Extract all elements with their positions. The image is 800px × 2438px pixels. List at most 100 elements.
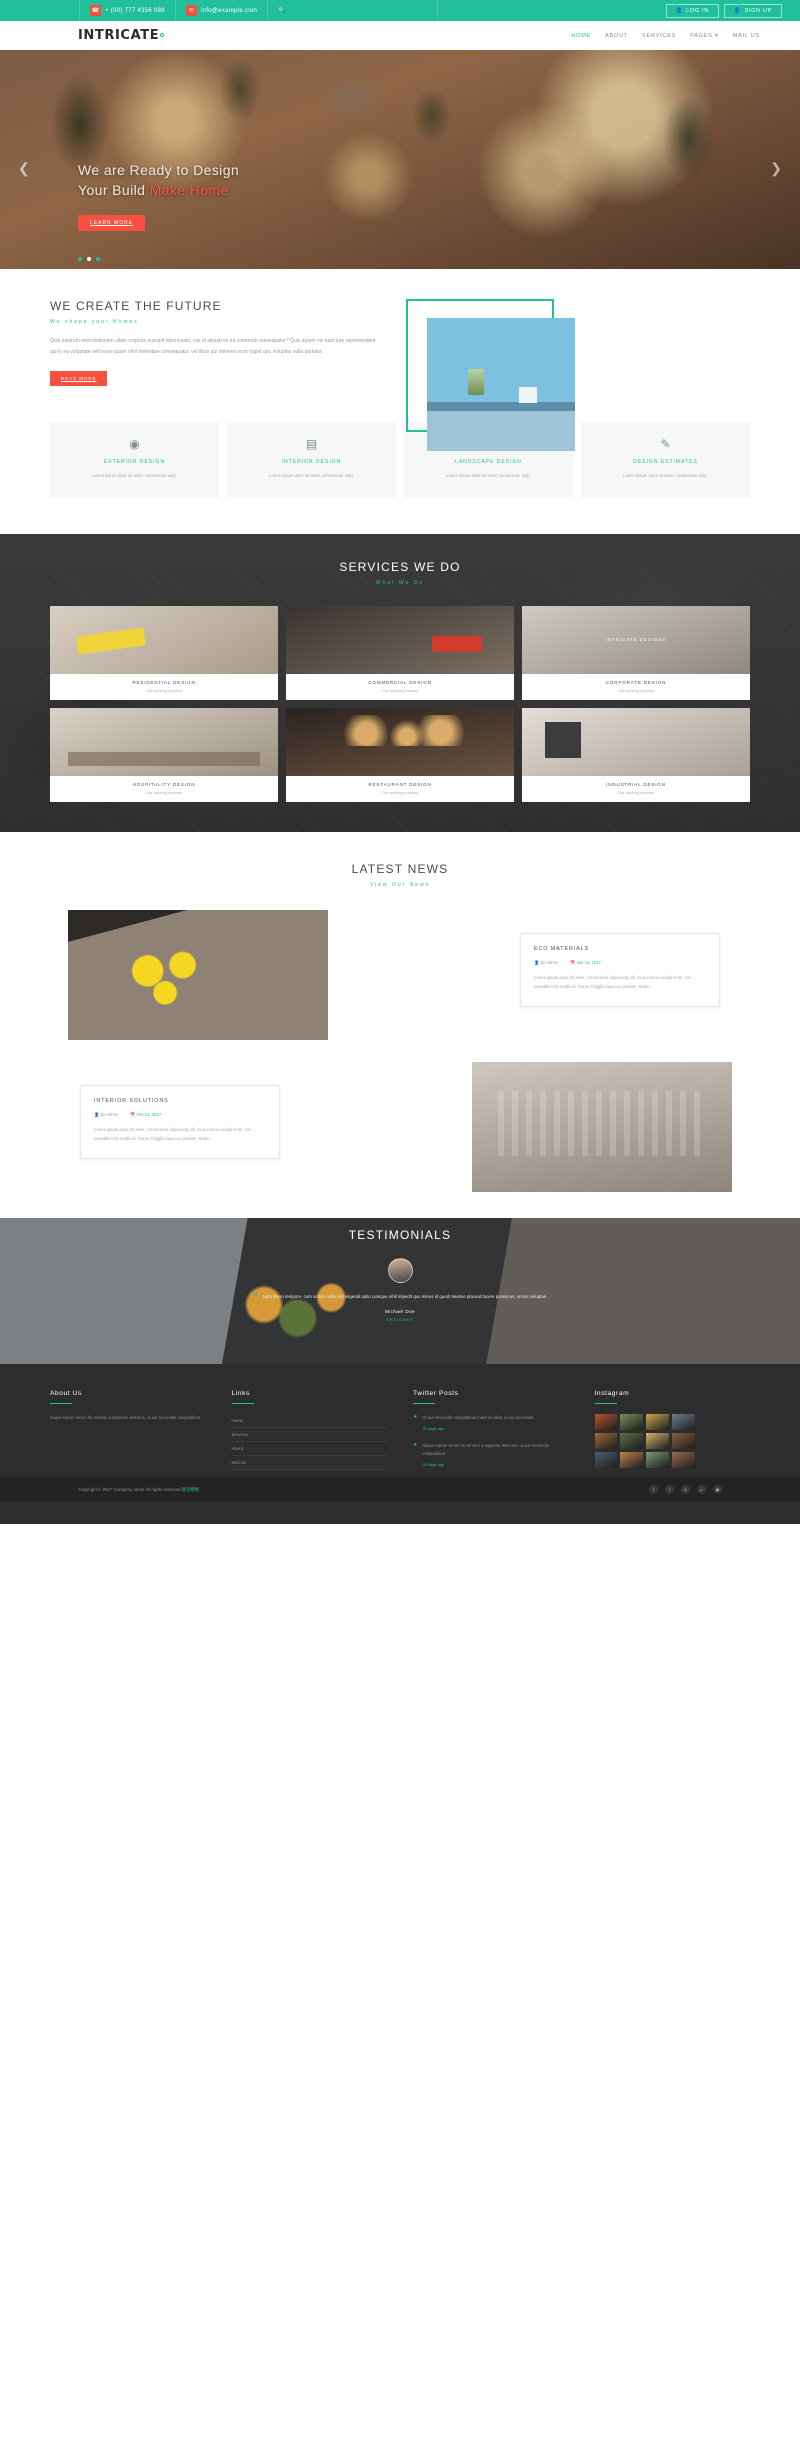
feature-box-exterior-design[interactable]: ◉ EXTERIOR DESIGN Lorem ipsum dolor sit …	[50, 422, 219, 498]
service-image	[285, 707, 514, 776]
signup-button[interactable]: 👤 SIGN UP	[723, 3, 782, 18]
service-card-residential-design[interactable]: RESIDENTIAL DESIGN Our working process	[50, 605, 278, 700]
service-image	[50, 707, 278, 776]
slider-dot-1[interactable]	[78, 257, 82, 261]
slider-prev-icon[interactable]: ❮	[18, 160, 30, 177]
slider-dot-3[interactable]	[96, 257, 100, 261]
site-logo[interactable]: INTRICATE	[78, 28, 165, 43]
pencil-icon: ✎	[660, 437, 671, 451]
main-navigation: INTRICATE HOME ABOUT SERVICES PAGES ▾ MA…	[0, 21, 800, 50]
news-post-author: By Admin	[100, 1111, 119, 1117]
instagram-tile[interactable]	[594, 1451, 618, 1468]
nav-item-services[interactable]: SERVICES	[642, 33, 676, 39]
about-photo	[427, 318, 575, 451]
footer-about-text: Itaque earum rerum hic tenetur a sapient…	[50, 1414, 202, 1420]
tweet-item[interactable]: ★ Itaque earum rerum hic tenetur a sapie…	[413, 1442, 569, 1469]
footer-about-column: About Us Itaque earum rerum hic tenetur …	[50, 1390, 206, 1477]
social-links: f t G p ▣	[649, 1485, 722, 1495]
service-title: RESTAURANT DESIGN	[368, 781, 432, 787]
instagram-tile[interactable]	[646, 1432, 669, 1449]
news-post-title: INTERIOR SOLUTIONS	[94, 1097, 169, 1104]
page-root: ☎ + (00) 777 4356 088 ✉ info@example.com…	[0, 0, 800, 1525]
footer-instagram-column: Instagram	[594, 1389, 751, 1477]
facebook-icon[interactable]: f	[649, 1485, 658, 1495]
testimonial-name: Michael Doe	[385, 1308, 415, 1314]
nav-item-about[interactable]: ABOUT	[605, 33, 628, 39]
service-text: Our working process	[381, 789, 419, 795]
hero-content: We are Ready to Design Your Build Make H…	[78, 160, 239, 231]
instagram-tile[interactable]	[620, 1432, 643, 1449]
phone-contact[interactable]: ☎ + (00) 777 4356 088	[80, 0, 176, 21]
nav-item-mail-us[interactable]: MAIL US	[733, 33, 760, 39]
service-card-restaurant-design[interactable]: RESTAURANT DESIGN Our working process	[285, 707, 514, 802]
instagram-tile[interactable]	[671, 1432, 695, 1449]
copyright-text: Copyright © 2017 Company name All rights…	[78, 1487, 199, 1493]
nav-item-pages[interactable]: PAGES ▾	[690, 33, 718, 39]
login-button[interactable]: 👤 LOG IN	[665, 3, 719, 18]
news-post-interior-solutions: INTERIOR SOLUTIONS 👤 By Admin 📅 Feb 21, …	[50, 1061, 750, 1192]
instagram-icon[interactable]: ▣	[713, 1485, 722, 1495]
google-plus-icon[interactable]: G	[681, 1485, 690, 1495]
instagram-tile[interactable]	[594, 1432, 618, 1449]
twitter-icon: ★	[413, 1441, 418, 1448]
feature-title: DESIGN ESTIMATES	[633, 459, 698, 465]
email-contact[interactable]: ✉ info@example.com	[176, 0, 269, 21]
news-post-author: By Admin	[540, 959, 559, 965]
news-post-date: Feb 21, 2017	[136, 1111, 162, 1117]
search-icon[interactable]: 🔍	[278, 7, 285, 14]
footer-link-home[interactable]: Home	[231, 1414, 387, 1428]
slider-dot-2[interactable]	[87, 257, 91, 261]
feature-boxes: ◉ EXTERIOR DESIGN Lorem ipsum dolor sit …	[50, 422, 750, 498]
service-card-commercial-design[interactable]: COMMERCIAL DESIGN Our working process	[285, 605, 514, 700]
instagram-tile[interactable]	[594, 1413, 618, 1430]
underline-divider	[231, 1402, 254, 1404]
service-title: COMMERCIAL DESIGN	[368, 679, 432, 685]
news-post-card[interactable]: INTERIOR SOLUTIONS 👤 By Admin 📅 Feb 21, …	[80, 1084, 280, 1159]
twitter-icon[interactable]: t	[665, 1485, 674, 1495]
instagram-tile[interactable]	[671, 1451, 695, 1468]
service-image	[285, 605, 514, 674]
feature-title: LANDSCAPE DESIGN	[455, 459, 522, 465]
underline-divider	[594, 1402, 617, 1404]
about-read-more-button[interactable]: READ MORE	[50, 371, 108, 386]
services-title: SERVICES WE DO	[339, 559, 461, 574]
footer-instagram-title: Instagram	[594, 1389, 630, 1397]
feature-box-interior-design[interactable]: ▤ INTERIOR DESIGN Lorem ipsum dolor sit …	[227, 422, 396, 498]
tweet-item[interactable]: ★ Ut aut reiciendis voluptatibus maiores…	[413, 1414, 569, 1433]
news-post-card[interactable]: ECO MATERIALS 👤 By Admin 📅 Jan 15, 2017 …	[520, 932, 720, 1007]
instagram-tile[interactable]	[620, 1413, 643, 1430]
top-bar-actions: 👤 LOG IN 👤 SIGN UP	[665, 0, 800, 21]
avatar	[387, 1257, 413, 1283]
service-card-hospitality-design[interactable]: HOSPITALITY DESIGN Our working process	[50, 707, 278, 802]
instagram-tile[interactable]	[646, 1413, 669, 1430]
hero-learn-more-button[interactable]: LEARN MORE	[78, 214, 146, 231]
news-post-meta: 👤 By Admin 📅 Jan 15, 2017	[534, 960, 706, 966]
testimonial-quote-block: ❝ Nam libero tempore, cum soluta nobis e…	[0, 1291, 800, 1302]
service-title: INDUSTRIAL DESIGN	[606, 781, 666, 787]
footer-link-about[interactable]: About	[231, 1442, 387, 1456]
feature-box-design-estimates[interactable]: ✎ DESIGN ESTIMATES Lorem ipsum dolor sit…	[581, 422, 750, 498]
hero-title-line1: We are Ready to Design	[78, 162, 240, 178]
service-text: Our working process	[145, 789, 183, 795]
logo-text: INTRICATE	[78, 28, 160, 43]
service-card-industrial-design[interactable]: INDUSTRIAL DESIGN Our working process	[521, 707, 750, 802]
instagram-tile[interactable]	[646, 1451, 669, 1468]
instagram-tile[interactable]	[620, 1451, 643, 1468]
footer-about-title: About Us	[50, 1389, 82, 1397]
about-text-column: WE CREATE THE FUTURE We shape your Homes…	[50, 299, 380, 386]
footer-link-mail-us[interactable]: Mail Us	[231, 1456, 387, 1470]
feature-text: Lorem ipsum dolor sit amet, consectetur …	[446, 473, 531, 478]
hero-title-accent: Make Home	[149, 182, 229, 199]
pinterest-icon[interactable]: p	[697, 1485, 706, 1495]
instagram-tile[interactable]	[671, 1413, 695, 1430]
service-card-corporate-design[interactable]: INTRICATE DESIGNS CORPORATE DESIGN Our w…	[521, 605, 750, 700]
footer: About Us Itaque earum rerum hic tenetur …	[0, 1363, 800, 1525]
phone-number: + (00) 777 4356 088	[105, 7, 165, 14]
slider-next-icon[interactable]: ❯	[770, 160, 782, 177]
testimonials-section: TESTIMONIALS ❝ Nam libero tempore, cum s…	[0, 1217, 800, 1364]
testimonials-title: TESTIMONIALS	[348, 1227, 452, 1242]
nav-item-home[interactable]: HOME	[571, 33, 591, 39]
search-input[interactable]: 🔍	[268, 0, 439, 21]
footer-link-services[interactable]: Services	[231, 1428, 387, 1442]
service-image: INTRICATE DESIGNS	[521, 605, 750, 674]
